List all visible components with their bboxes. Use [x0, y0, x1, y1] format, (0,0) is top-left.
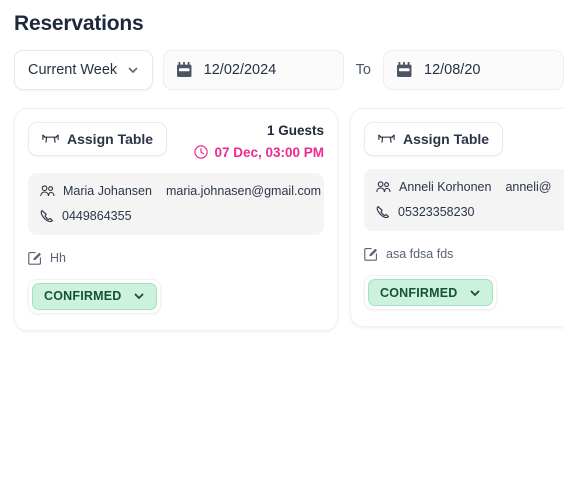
clock-icon — [194, 145, 209, 160]
reservation-cards: Assign Table 1 Guests 07 Dec, 03:00 PM M… — [0, 90, 564, 331]
phone-line: 0449864355 — [40, 209, 312, 223]
calendar-icon — [397, 61, 412, 77]
table-icon — [378, 134, 395, 143]
phone-icon — [40, 209, 53, 222]
customer-line: Anneli Korhonen anneli@ — [376, 180, 564, 194]
assign-table-label: Assign Table — [67, 131, 154, 147]
note-row: asa fdsa fds — [364, 247, 564, 261]
range-select-value: Current Week — [28, 62, 118, 78]
note-text: asa fdsa fds — [386, 247, 454, 261]
customer-phone: 0449864355 — [62, 208, 132, 223]
note-text: Hh — [50, 250, 66, 265]
customer-line: Maria Johansen maria.johnasen@gmail.com — [40, 183, 321, 198]
filter-bar: Current Week 12/02/2024 To 12/08/20 — [0, 36, 564, 90]
table-icon — [42, 134, 59, 143]
chevron-down-icon — [127, 64, 139, 76]
contact-block: Maria Johansen maria.johnasen@gmail.com … — [28, 172, 324, 235]
assign-table-button[interactable]: Assign Table — [364, 122, 504, 156]
status-label: CONFIRMED — [44, 289, 122, 304]
customer-name: Maria Johansen — [63, 183, 152, 198]
status-label: CONFIRMED — [380, 285, 458, 300]
page-title: Reservations — [14, 12, 144, 35]
chevron-down-icon — [133, 290, 145, 302]
date-to-field[interactable]: 12/08/20 — [383, 50, 564, 90]
customer-phone: 05323358230 — [398, 205, 475, 219]
card-header: Assign Table 06 — [364, 122, 564, 156]
reservation-card: Assign Table 06 — [350, 108, 564, 327]
card-header: Assign Table 1 Guests 07 Dec, 03:00 PM — [28, 122, 324, 160]
note-row: Hh — [28, 251, 324, 265]
date-from-field[interactable]: 12/02/2024 — [162, 50, 344, 90]
assign-table-label: Assign Table — [403, 131, 490, 147]
contact-block: Anneli Korhonen anneli@ 05323358230 — [364, 169, 564, 231]
reservation-card: Assign Table 1 Guests 07 Dec, 03:00 PM M… — [14, 108, 338, 331]
status-badge[interactable]: CONFIRMED — [32, 282, 157, 310]
calendar-icon — [176, 61, 192, 77]
to-label: To — [355, 62, 371, 78]
reservation-time-text: 07 Dec, 03:00 PM — [214, 144, 324, 160]
people-icon — [40, 185, 55, 196]
people-icon — [376, 181, 391, 193]
status-badge-wrapper: CONFIRMED — [364, 275, 497, 310]
range-select[interactable]: Current Week — [14, 50, 153, 90]
status-badge[interactable]: CONFIRMED — [368, 279, 493, 306]
date-from-value: 12/02/2024 — [203, 62, 277, 78]
reservation-time: 07 Dec, 03:00 PM — [194, 145, 324, 160]
card-header-meta: 1 Guests 07 Dec, 03:00 PM — [194, 122, 324, 160]
edit-note-icon — [28, 251, 41, 265]
guest-count: 1 Guests — [266, 123, 324, 138]
phone-icon — [376, 206, 389, 219]
customer-email: anneli@ — [505, 180, 552, 194]
customer-email: maria.johnasen@gmail.com — [165, 183, 322, 198]
assign-table-button[interactable]: Assign Table — [28, 122, 168, 156]
customer-name: Anneli Korhonen — [399, 180, 492, 194]
edit-note-icon — [364, 248, 377, 261]
chevron-down-icon — [469, 287, 481, 299]
date-to-value: 12/08/20 — [424, 62, 481, 78]
phone-line: 05323358230 — [376, 205, 564, 219]
reservations-page: Reservations Current Week 12/02/2024 To — [0, 0, 564, 500]
status-badge-wrapper: CONFIRMED — [28, 278, 161, 314]
